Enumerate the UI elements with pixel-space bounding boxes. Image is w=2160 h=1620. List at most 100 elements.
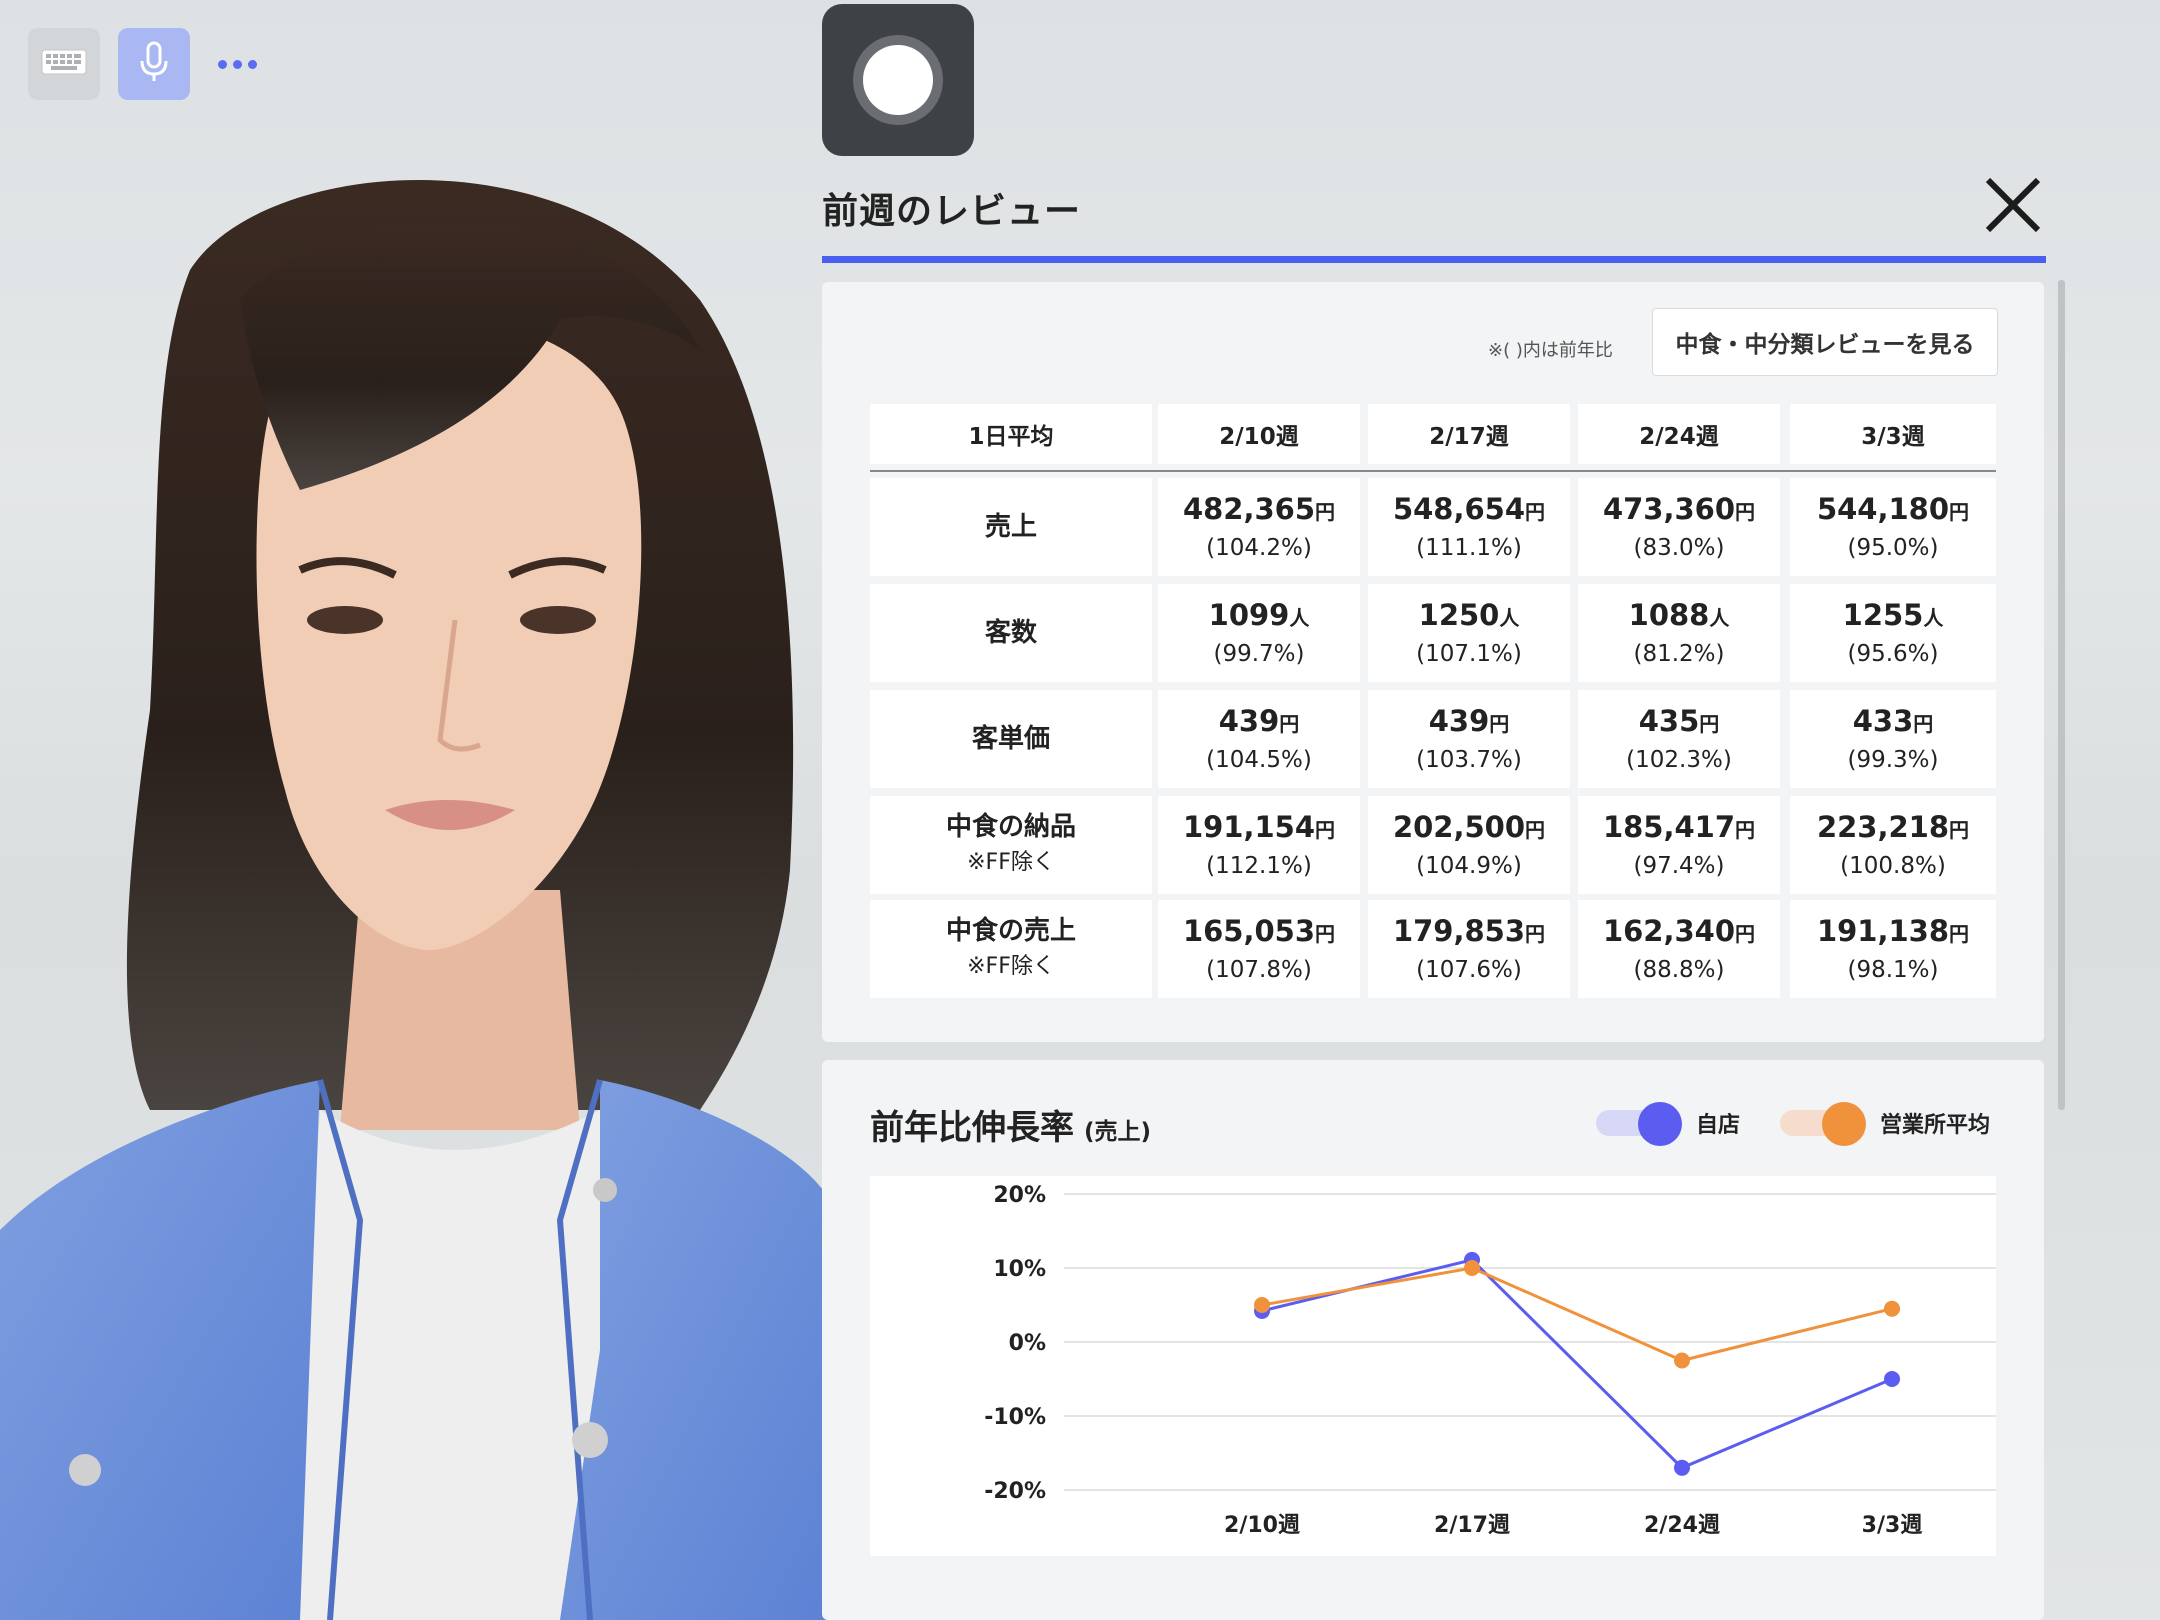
cell-unit: 人	[1709, 605, 1730, 630]
cell-yoy: (107.8%)	[1206, 956, 1312, 983]
cell-value: 1088	[1628, 597, 1710, 632]
keyboard-button[interactable]	[28, 28, 100, 100]
cell-yoy: (104.5%)	[1206, 746, 1312, 773]
data-point-office-average	[1674, 1352, 1690, 1369]
more-icon	[218, 59, 227, 69]
cell-yoy: (83.0%)	[1633, 534, 1725, 561]
cell-unit: 円	[1489, 711, 1510, 736]
chart-subtitle: (売上)	[1084, 1119, 1152, 1145]
cell-value-line: 1255人	[1843, 596, 1944, 637]
cell-value: 473,360	[1602, 491, 1736, 526]
row-label: 売上	[870, 478, 1152, 576]
cell-value-line: 548,654円	[1393, 490, 1545, 531]
cell-value-line: 433円	[1853, 702, 1934, 743]
cell-unit: 円	[1315, 817, 1336, 842]
cell-unit: 円	[1913, 711, 1934, 736]
cell-value-line: 1250人	[1419, 596, 1520, 637]
scrollbar[interactable]	[2058, 280, 2065, 1110]
row-label: 客単価	[870, 690, 1152, 788]
cell-unit: 円	[1949, 817, 1970, 842]
cell-value: 162,340	[1602, 913, 1736, 948]
header-divider	[870, 470, 1996, 472]
row-label-text: 客数	[984, 618, 1037, 648]
cell-value-line: 473,360円	[1603, 490, 1755, 531]
cell-value-line: 1088人	[1629, 596, 1730, 637]
y-tick-label: -20%	[984, 1479, 1046, 1504]
table-cell: 179,853円 (107.6%)	[1368, 900, 1570, 998]
row-label: 中食の売上 ※FF除く	[870, 900, 1152, 998]
cell-yoy: (111.1%)	[1416, 534, 1522, 561]
cell-value-line: 435円	[1639, 702, 1720, 743]
row-label-note: ※FF除く	[967, 954, 1055, 979]
table-cell: 191,138円 (98.1%)	[1790, 900, 1996, 998]
cell-unit: 円	[1525, 499, 1546, 524]
cell-yoy: (103.7%)	[1416, 746, 1522, 773]
cell-value: 435	[1638, 703, 1700, 738]
cell-unit: 人	[1499, 605, 1520, 630]
table-cell: 544,180円 (95.0%)	[1790, 478, 1996, 576]
cell-yoy: (107.6%)	[1416, 956, 1522, 983]
cell-value-line: 165,053円	[1183, 912, 1335, 953]
cell-unit: 円	[1699, 711, 1720, 736]
y-tick-label: -10%	[984, 1405, 1046, 1430]
microphone-button[interactable]	[118, 28, 190, 100]
toggle-self-store[interactable]	[1596, 1102, 1682, 1146]
row-label-note: ※FF除く	[967, 850, 1055, 875]
growth-line-chart: 20% 10% 0% -10% -20% 2/10週 2/17週 2/24週 3/3週	[870, 1176, 1996, 1556]
row-label: 中食の納品 ※FF除く	[870, 796, 1152, 894]
data-point-self-store	[1884, 1371, 1900, 1387]
column-header: 2/10週	[1158, 404, 1360, 464]
series-line-self-store	[1261, 1258, 1893, 1470]
legend-office-average[interactable]: 営業所平均	[1780, 1102, 1990, 1146]
cell-yoy: (99.3%)	[1847, 746, 1939, 773]
x-tick-label: 2/10週	[1224, 1513, 1300, 1538]
cell-unit: 円	[1525, 921, 1546, 946]
table-cell: 439円 (103.7%)	[1368, 690, 1570, 788]
cell-unit: 円	[1735, 817, 1756, 842]
table-cell: 1099人 (99.7%)	[1158, 584, 1360, 682]
cell-value: 191,154	[1182, 809, 1316, 844]
cell-yoy: (107.1%)	[1416, 640, 1522, 667]
table-cell: 1088人 (81.2%)	[1578, 584, 1780, 682]
cell-unit: 円	[1525, 817, 1546, 842]
table-cell: 482,365円 (104.2%)	[1158, 478, 1360, 576]
cell-unit: 円	[1949, 921, 1970, 946]
record-button[interactable]	[822, 4, 974, 156]
cell-yoy: (112.1%)	[1206, 852, 1312, 879]
cell-unit: 円	[1315, 921, 1336, 946]
cell-yoy: (81.2%)	[1633, 640, 1725, 667]
cell-yoy: (100.8%)	[1840, 852, 1946, 879]
toggle-office-average[interactable]	[1780, 1102, 1866, 1146]
cell-unit: 円	[1735, 499, 1756, 524]
cell-yoy: (88.8%)	[1633, 956, 1725, 983]
close-button[interactable]	[1980, 172, 2046, 238]
series-line-office-average	[1261, 1266, 1893, 1363]
table-cell: 439円 (104.5%)	[1158, 690, 1360, 788]
more-button[interactable]	[218, 44, 257, 84]
y-tick-label: 10%	[993, 1257, 1046, 1282]
legend-self-store[interactable]: 自店	[1596, 1102, 1741, 1146]
record-icon	[853, 35, 943, 125]
avatar-illustration	[0, 180, 830, 1620]
table-cell: 1255人 (95.6%)	[1790, 584, 1996, 682]
table-cell: 473,360円 (83.0%)	[1578, 478, 1780, 576]
cell-value: 548,654	[1392, 491, 1526, 526]
cell-value: 202,500	[1392, 809, 1526, 844]
cell-value-line: 202,500円	[1393, 808, 1545, 849]
chart-title: 前年比伸長率 (売上)	[870, 1100, 1151, 1149]
subcategory-review-button[interactable]: 中食・中分類レビューを見る	[1652, 308, 1998, 376]
row-label-text: 売上	[984, 512, 1037, 542]
table-cell: 1250人 (107.1%)	[1368, 584, 1570, 682]
x-tick-label: 2/24週	[1644, 1513, 1720, 1538]
cell-value: 191,138	[1816, 913, 1950, 948]
cell-yoy: (97.4%)	[1633, 852, 1725, 879]
microphone-icon	[137, 41, 171, 87]
table-cell: 185,417円 (97.4%)	[1578, 796, 1780, 894]
cell-value-line: 1099人	[1209, 596, 1310, 637]
page-title: 前週のレビュー	[822, 191, 1082, 232]
row-label-text: 客単価	[971, 724, 1050, 754]
cell-value-line: 191,154円	[1183, 808, 1335, 849]
row-label: 客数	[870, 584, 1152, 682]
column-header: 2/17週	[1368, 404, 1570, 464]
legend-label: 自店	[1696, 1113, 1741, 1138]
